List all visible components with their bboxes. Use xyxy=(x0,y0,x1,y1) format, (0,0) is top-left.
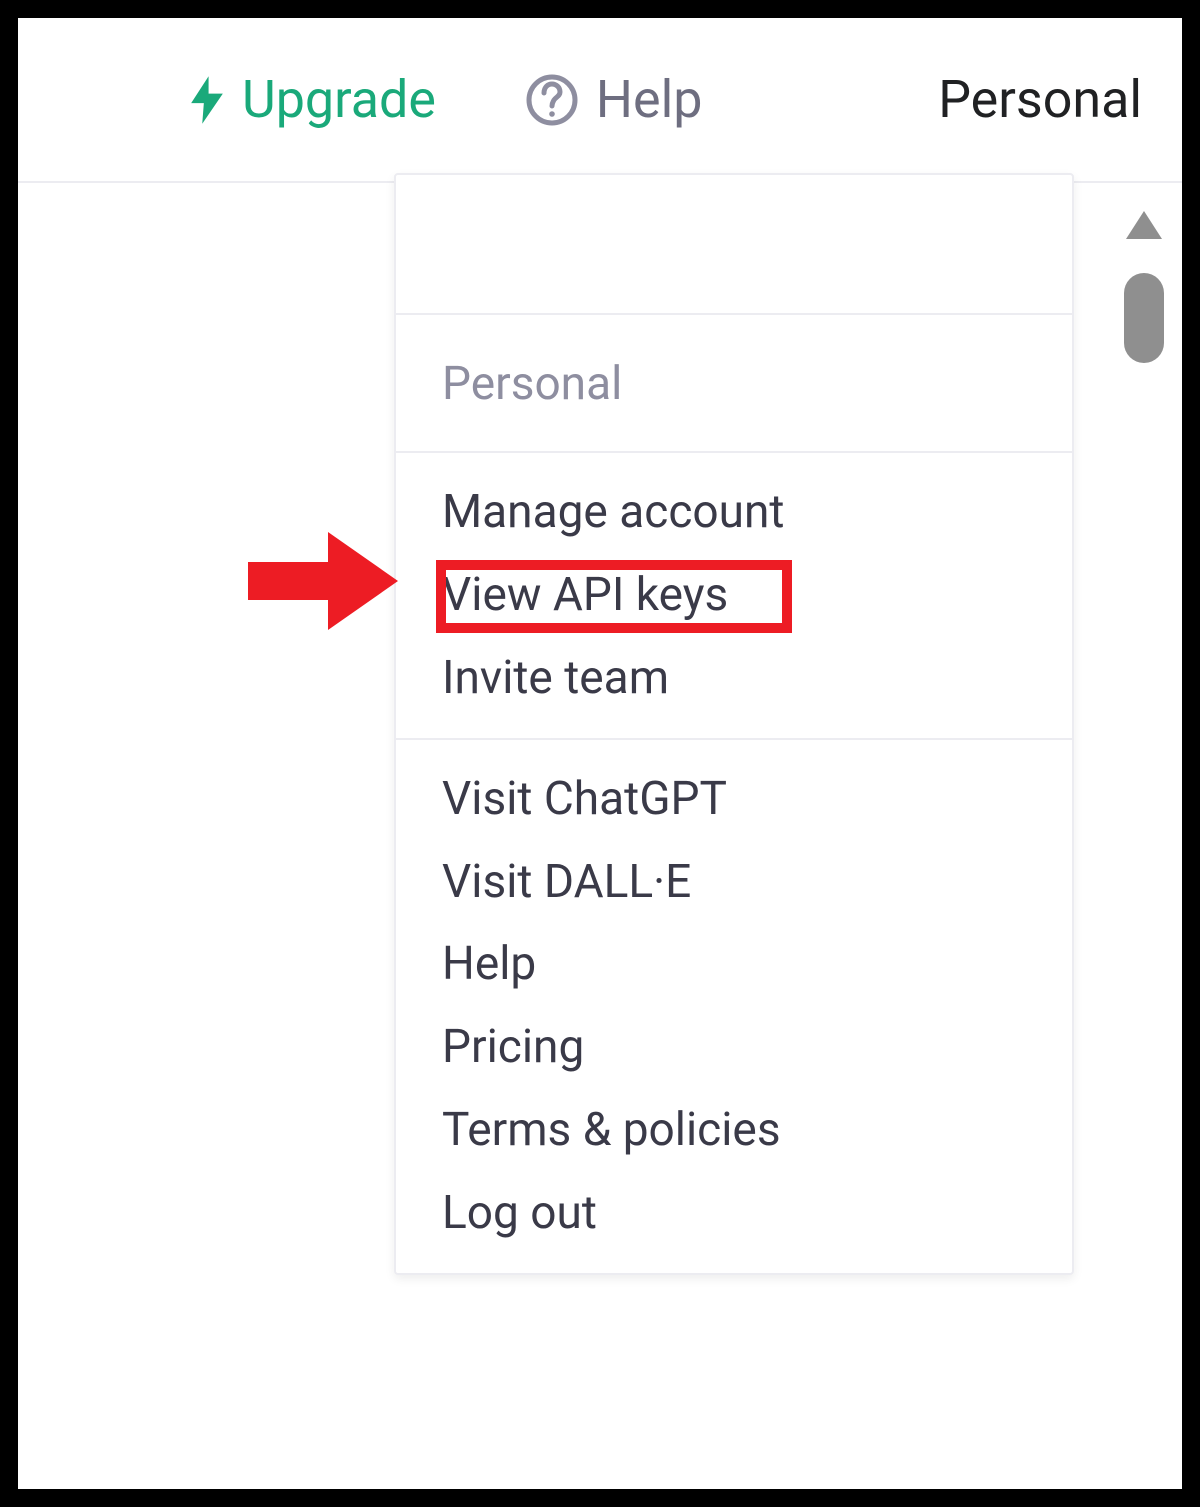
dropdown-group-links: Visit ChatGPT Visit DALL·E Help Pricing … xyxy=(396,740,1072,1273)
upgrade-label: Upgrade xyxy=(242,69,436,130)
account-dropdown: Personal Manage account View API keys In… xyxy=(394,173,1074,1275)
menu-item-view-api-keys[interactable]: View API keys xyxy=(396,554,1072,637)
scrollbar-thumb[interactable] xyxy=(1124,273,1164,363)
menu-item-label: Terms & policies xyxy=(442,1103,781,1157)
menu-item-pricing[interactable]: Pricing xyxy=(396,1006,1072,1089)
menu-item-label: Visit DALL·E xyxy=(442,855,691,909)
menu-item-label: Visit ChatGPT xyxy=(442,772,727,826)
question-circle-icon xyxy=(526,74,578,126)
menu-item-label: Manage account xyxy=(442,485,784,539)
app-frame: Upgrade Help Personal Personal Manage ac… xyxy=(18,18,1182,1489)
menu-item-manage-account[interactable]: Manage account xyxy=(396,471,1072,554)
menu-item-invite-team[interactable]: Invite team xyxy=(396,637,1072,720)
menu-item-visit-chatgpt[interactable]: Visit ChatGPT xyxy=(396,758,1072,841)
top-header: Upgrade Help Personal xyxy=(18,18,1182,183)
scrollbar-up-arrow-icon[interactable] xyxy=(1126,211,1162,239)
menu-item-help[interactable]: Help xyxy=(396,923,1072,1006)
menu-item-label: Invite team xyxy=(442,651,669,705)
dropdown-section-label: Personal xyxy=(396,315,1072,453)
dropdown-group-account: Manage account View API keys Invite team xyxy=(396,453,1072,740)
annotation-arrow-icon xyxy=(248,526,398,640)
dropdown-spacer xyxy=(396,175,1072,315)
personal-label: Personal xyxy=(938,69,1142,130)
menu-item-label: Help xyxy=(442,937,536,991)
personal-menu-trigger[interactable]: Personal xyxy=(938,69,1142,130)
menu-item-visit-dalle[interactable]: Visit DALL·E xyxy=(396,841,1072,924)
help-button[interactable]: Help xyxy=(526,69,703,130)
help-label: Help xyxy=(596,69,703,130)
menu-item-label: Log out xyxy=(442,1186,597,1240)
bolt-icon xyxy=(188,76,226,124)
menu-item-logout[interactable]: Log out xyxy=(396,1172,1072,1255)
menu-item-label: Pricing xyxy=(442,1020,584,1074)
menu-item-terms[interactable]: Terms & policies xyxy=(396,1089,1072,1172)
menu-item-label: View API keys xyxy=(442,568,728,622)
upgrade-button[interactable]: Upgrade xyxy=(188,69,436,130)
